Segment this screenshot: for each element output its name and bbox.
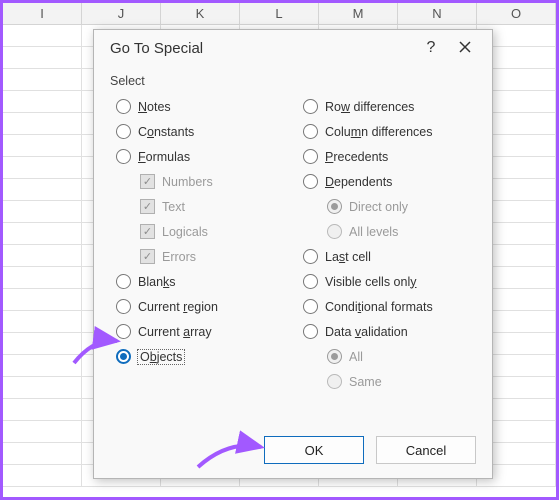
option-blanks[interactable]: Blanks: [110, 269, 289, 294]
option-label: Conditional formats: [325, 300, 433, 314]
option-label: All: [349, 350, 363, 364]
column-header[interactable]: L: [240, 3, 319, 24]
option-last-cell[interactable]: Last cell: [297, 244, 476, 269]
option-notes[interactable]: Notes: [110, 94, 289, 119]
option-label: Logicals: [162, 225, 208, 239]
app-frame: I J K L M N O: [0, 0, 559, 500]
option-text: Text: [110, 194, 289, 219]
close-icon: [459, 41, 471, 56]
option-label: Current array: [138, 325, 212, 339]
checkbox-icon: [140, 199, 155, 214]
column-header[interactable]: N: [398, 3, 477, 24]
option-visible-cells[interactable]: Visible cells only: [297, 269, 476, 294]
option-label: Blanks: [138, 275, 176, 289]
checkbox-icon: [140, 174, 155, 189]
radio-icon: [327, 349, 342, 364]
option-errors: Errors: [110, 244, 289, 269]
option-label: Errors: [162, 250, 196, 264]
dialog-titlebar: Go To Special ?: [94, 30, 492, 66]
option-label: Column differences: [325, 125, 433, 139]
column-header[interactable]: O: [477, 3, 556, 24]
option-current-array[interactable]: Current array: [110, 319, 289, 344]
dialog-title: Go To Special: [104, 40, 414, 57]
option-label: All levels: [349, 225, 398, 239]
option-row-differences[interactable]: Row differences: [297, 94, 476, 119]
right-column: Row differences Column differences Prece…: [297, 94, 476, 394]
option-label: Dependents: [325, 175, 392, 189]
option-column-differences[interactable]: Column differences: [297, 119, 476, 144]
radio-icon: [116, 324, 131, 339]
column-headers: I J K L M N O: [3, 3, 556, 25]
left-column: Notes Constants Formulas Numbers Text Lo…: [110, 94, 289, 394]
option-direct-only: Direct only: [297, 194, 476, 219]
option-all-levels: All levels: [297, 219, 476, 244]
checkbox-icon: [140, 249, 155, 264]
option-label: Text: [162, 200, 185, 214]
go-to-special-dialog: Go To Special ? Select Notes Constants F…: [93, 29, 493, 479]
option-same: Same: [297, 369, 476, 394]
option-label: Formulas: [138, 150, 190, 164]
option-label: Last cell: [325, 250, 371, 264]
help-button[interactable]: ?: [414, 33, 448, 63]
close-button[interactable]: [448, 33, 482, 63]
option-label: Row differences: [325, 100, 414, 114]
option-label: Precedents: [325, 150, 388, 164]
dialog-body: Select Notes Constants Formulas Numbers …: [94, 66, 492, 394]
option-label: Visible cells only: [325, 275, 416, 289]
option-conditional-formats[interactable]: Conditional formats: [297, 294, 476, 319]
option-label: Notes: [138, 100, 171, 114]
radio-icon: [116, 99, 131, 114]
radio-icon: [116, 274, 131, 289]
option-label: Numbers: [162, 175, 213, 189]
radio-icon: [303, 149, 318, 164]
radio-icon: [303, 249, 318, 264]
radio-icon: [303, 124, 318, 139]
column-header[interactable]: I: [3, 3, 82, 24]
option-label: Constants: [138, 125, 194, 139]
radio-icon: [327, 199, 342, 214]
radio-icon: [303, 174, 318, 189]
option-current-region[interactable]: Current region: [110, 294, 289, 319]
option-formulas[interactable]: Formulas: [110, 144, 289, 169]
column-header[interactable]: J: [82, 3, 161, 24]
radio-icon: [303, 274, 318, 289]
dialog-buttons: OK Cancel: [264, 436, 476, 464]
radio-icon: [327, 224, 342, 239]
checkbox-icon: [140, 224, 155, 239]
radio-icon: [327, 374, 342, 389]
option-label: Objects: [138, 350, 184, 364]
option-label: Current region: [138, 300, 218, 314]
ok-button[interactable]: OK: [264, 436, 364, 464]
section-label: Select: [110, 74, 476, 88]
option-constants[interactable]: Constants: [110, 119, 289, 144]
option-label: Direct only: [349, 200, 408, 214]
radio-icon: [116, 349, 131, 364]
option-dependents[interactable]: Dependents: [297, 169, 476, 194]
radio-icon: [303, 324, 318, 339]
radio-icon: [116, 299, 131, 314]
cancel-button[interactable]: Cancel: [376, 436, 476, 464]
radio-icon: [116, 124, 131, 139]
option-data-validation[interactable]: Data validation: [297, 319, 476, 344]
option-all: All: [297, 344, 476, 369]
option-objects[interactable]: Objects: [110, 344, 289, 369]
column-header[interactable]: K: [161, 3, 240, 24]
option-numbers: Numbers: [110, 169, 289, 194]
option-precedents[interactable]: Precedents: [297, 144, 476, 169]
radio-icon: [116, 149, 131, 164]
radio-icon: [303, 299, 318, 314]
option-label: Data validation: [325, 325, 408, 339]
option-label: Same: [349, 375, 382, 389]
column-header[interactable]: M: [319, 3, 398, 24]
option-logicals: Logicals: [110, 219, 289, 244]
radio-icon: [303, 99, 318, 114]
